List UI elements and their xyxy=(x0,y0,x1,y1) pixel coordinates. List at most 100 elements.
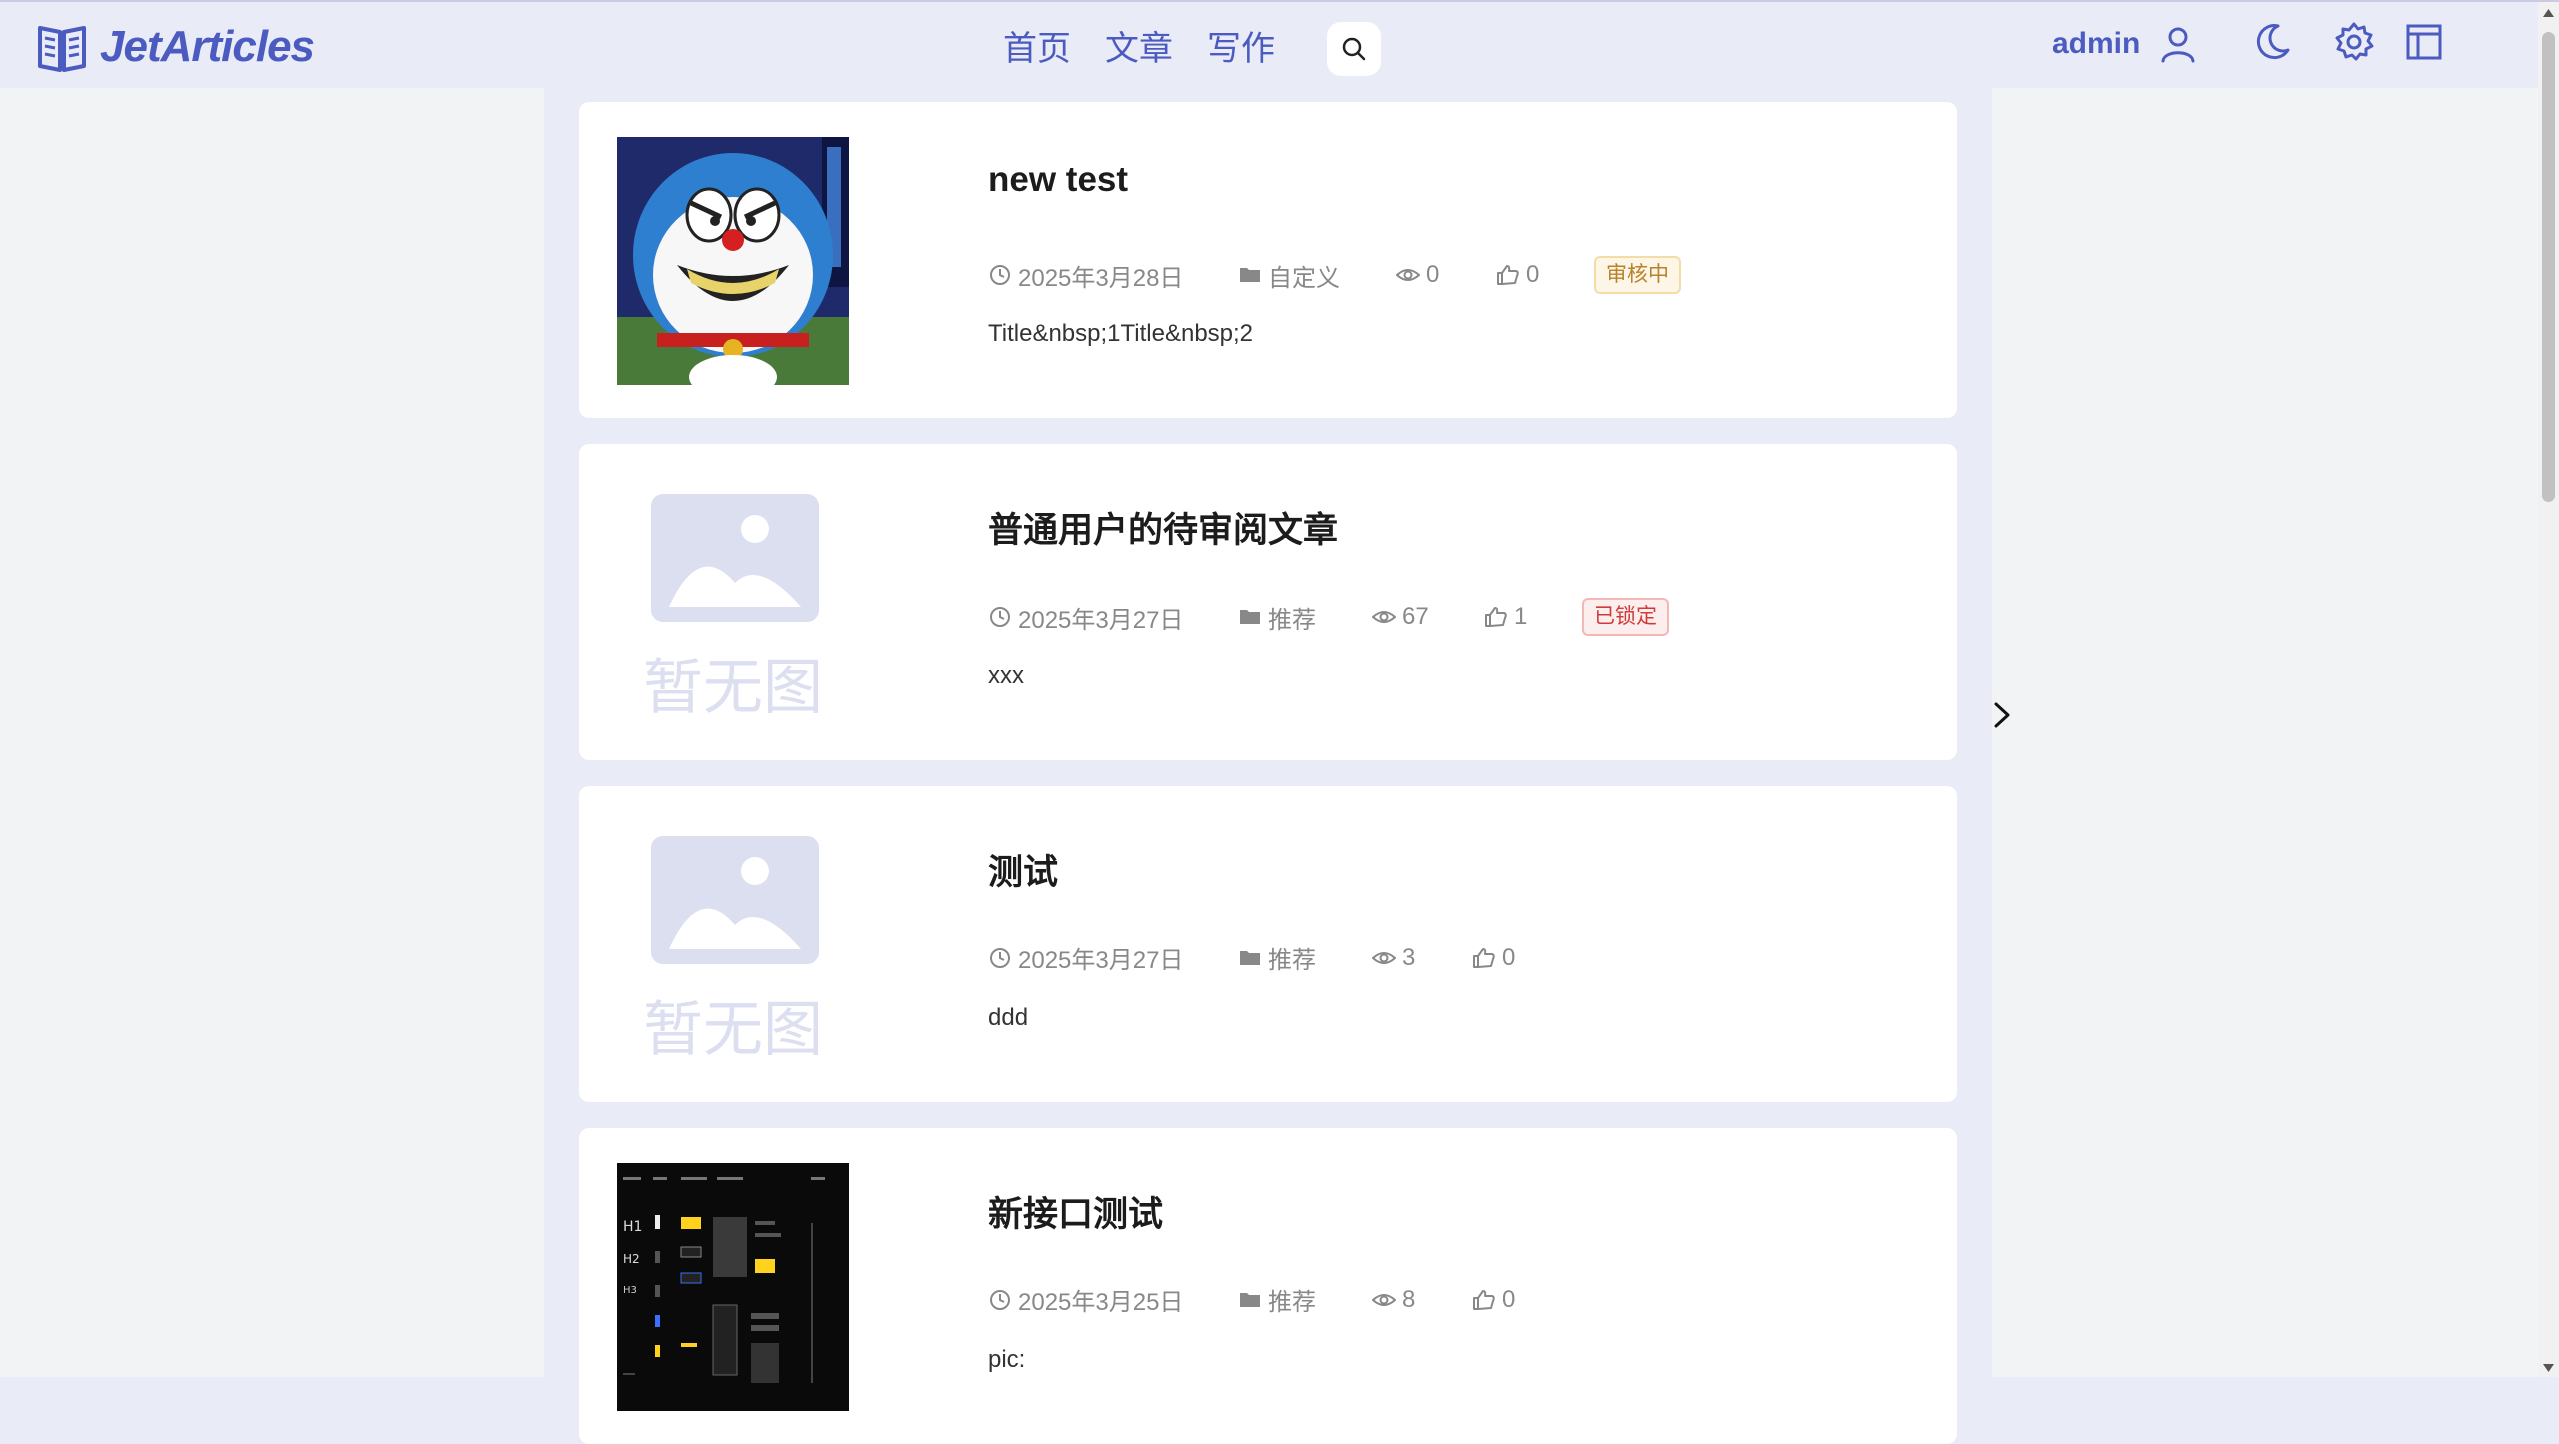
folder-icon xyxy=(1240,610,1260,624)
article-thumbnail[interactable]: H1 H2 H3 xyxy=(617,1163,849,1411)
meta-category[interactable]: 推荐 xyxy=(1238,600,1372,635)
meta-date: 2025年3月27日 xyxy=(988,600,1238,635)
logo[interactable]: JetArticles xyxy=(36,20,315,74)
image-placeholder-icon xyxy=(651,836,819,964)
date-text: 2025年3月27日 xyxy=(1018,606,1184,634)
meta-likes[interactable]: 1 xyxy=(1484,603,1582,631)
likes-text: 0 xyxy=(1526,261,1540,288)
article-title[interactable]: new test xyxy=(988,160,1128,200)
article-thumbnail[interactable]: 暂无图片 xyxy=(617,479,849,727)
category-text: 推荐 xyxy=(1268,606,1316,634)
status-badge: 已锁定 xyxy=(1582,598,1669,636)
dark-mode-toggle[interactable] xyxy=(2250,20,2294,64)
svg-text:H3: H3 xyxy=(623,1285,637,1296)
layout-icon xyxy=(2406,24,2442,60)
folder-icon xyxy=(1240,1292,1260,1307)
chevron-right-icon xyxy=(1994,702,2010,728)
meta-date: 2025年3月27日 xyxy=(988,940,1238,975)
thumbs-up-icon xyxy=(1473,947,1495,968)
settings-button[interactable] xyxy=(2332,20,2376,64)
main-nav: 首页 文章 写作 xyxy=(1003,22,1381,76)
clock-icon xyxy=(990,1289,1010,1310)
moon-icon xyxy=(2256,24,2290,60)
article-meta: 2025年3月28日 自定义 0 0 审核中 xyxy=(988,256,1681,294)
views-text: 0 xyxy=(1426,261,1440,288)
meta-likes[interactable]: 0 xyxy=(1472,1286,1570,1314)
search-icon xyxy=(1342,37,1366,61)
category-text: 推荐 xyxy=(1268,1289,1316,1316)
article-thumbnail[interactable] xyxy=(617,137,849,385)
folder-icon xyxy=(1240,950,1260,965)
eye-icon xyxy=(1396,269,1420,281)
eye-icon xyxy=(1372,611,1396,623)
doraemon-image xyxy=(617,137,849,385)
layout-button[interactable] xyxy=(2402,20,2446,64)
meta-category[interactable]: 推荐 xyxy=(1238,1282,1372,1317)
meta-views: 8 xyxy=(1372,1286,1472,1314)
article-list: new test 2025年3月28日 自定义 0 0 审核中 Title&nb… xyxy=(544,88,1992,1444)
category-text: 推荐 xyxy=(1268,947,1316,974)
likes-text: 0 xyxy=(1502,1285,1516,1313)
folder-icon xyxy=(1240,268,1260,282)
no-image-text: 暂无图片 xyxy=(643,653,823,723)
likes-text: 0 xyxy=(1502,943,1516,971)
article-summary: ddd xyxy=(988,1004,1029,1031)
search-button[interactable] xyxy=(1327,22,1381,76)
article-meta: 2025年3月27日 推荐 3 0 xyxy=(988,940,1570,975)
svg-text:H2: H2 xyxy=(623,1252,640,1266)
clock-icon xyxy=(990,607,1010,627)
scroll-up-arrow-icon[interactable] xyxy=(2541,6,2556,20)
image-placeholder-icon xyxy=(651,494,819,622)
expand-sidebar-button[interactable] xyxy=(1987,695,2017,735)
article-card[interactable]: 暂无图片 测试 2025年3月27日 推荐 3 0 ddd xyxy=(579,786,1957,1102)
thumbs-up-icon xyxy=(1497,265,1519,285)
date-text: 2025年3月28日 xyxy=(1018,264,1184,292)
article-card[interactable]: H1 H2 H3 新接口测试 2025年3月25日 推荐 8 0 pic: xyxy=(579,1128,1957,1444)
views-text: 8 xyxy=(1402,1285,1416,1313)
article-summary: xxx xyxy=(988,662,1024,689)
views-text: 3 xyxy=(1402,943,1416,971)
page-scrollbar[interactable] xyxy=(2538,2,2559,1377)
meta-likes[interactable]: 0 xyxy=(1472,944,1570,972)
thumbs-up-icon xyxy=(1485,607,1507,627)
logo-text: JetArticles xyxy=(100,22,315,71)
nav-home[interactable]: 首页 xyxy=(1003,25,1071,73)
article-card[interactable]: 暂无图片 普通用户的待审阅文章 2025年3月27日 推荐 67 1 已锁定 x… xyxy=(579,444,1957,760)
thumbs-up-icon xyxy=(1473,1289,1495,1310)
scrollbar-thumb[interactable] xyxy=(2542,32,2555,502)
scroll-down-arrow-icon[interactable] xyxy=(2541,1361,2556,1375)
article-meta: 2025年3月25日 推荐 8 0 xyxy=(988,1282,1570,1317)
article-title[interactable]: 测试 xyxy=(988,844,1058,895)
views-text: 67 xyxy=(1402,603,1429,630)
meta-date: 2025年3月28日 xyxy=(988,258,1238,293)
meta-category[interactable]: 自定义 xyxy=(1238,258,1396,293)
date-text: 2025年3月25日 xyxy=(1018,1289,1184,1316)
meta-views: 3 xyxy=(1372,944,1472,972)
article-title[interactable]: 普通用户的待审阅文章 xyxy=(988,502,1338,553)
article-title[interactable]: 新接口测试 xyxy=(988,1186,1163,1237)
article-thumbnail[interactable]: 暂无图片 xyxy=(617,821,849,1069)
user-name: admin xyxy=(2052,27,2141,60)
eye-icon xyxy=(1372,1293,1396,1306)
article-summary: Title&nbsp;1Title&nbsp;2 xyxy=(988,320,1254,347)
book-logo-icon xyxy=(38,26,86,72)
clock-icon xyxy=(990,947,1010,968)
gear-icon xyxy=(2335,22,2374,61)
status-badge: 审核中 xyxy=(1594,256,1681,294)
meta-category[interactable]: 推荐 xyxy=(1238,940,1372,975)
clock-icon xyxy=(990,265,1010,285)
category-text: 自定义 xyxy=(1268,264,1340,292)
meta-date: 2025年3月25日 xyxy=(988,1282,1238,1317)
no-image-text: 暂无图片 xyxy=(643,995,823,1065)
nav-articles[interactable]: 文章 xyxy=(1105,25,1173,73)
likes-text: 1 xyxy=(1514,603,1528,630)
nav-write[interactable]: 写作 xyxy=(1207,25,1275,73)
user-menu[interactable]: admin xyxy=(2052,20,2198,68)
article-summary: pic: xyxy=(988,1346,1026,1373)
svg-text:H1: H1 xyxy=(623,1219,642,1235)
meta-likes[interactable]: 0 xyxy=(1496,261,1594,289)
meta-views: 67 xyxy=(1372,603,1484,631)
dark-screenshot-image: H1 H2 H3 xyxy=(617,1163,849,1411)
article-card[interactable]: new test 2025年3月28日 自定义 0 0 审核中 Title&nb… xyxy=(579,102,1957,418)
eye-icon xyxy=(1372,951,1396,964)
